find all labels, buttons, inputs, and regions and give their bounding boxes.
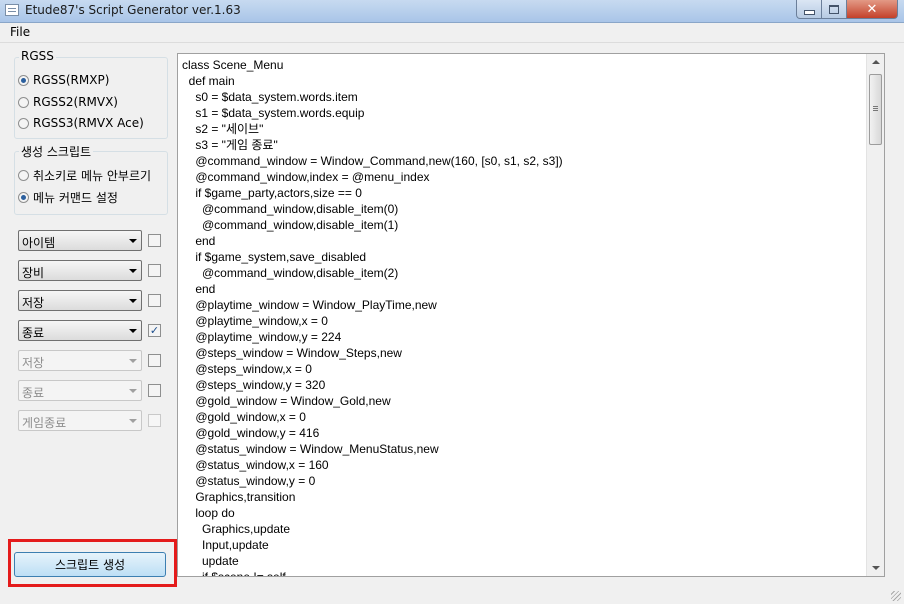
- radio-indicator: [18, 96, 29, 108]
- chevron-down-icon: [129, 389, 137, 393]
- menu-command-checkbox-7[interactable]: [148, 414, 161, 427]
- rgss-group-label: RGSS: [19, 49, 56, 63]
- radio-label: RGSS3(RMVX Ace): [33, 116, 144, 130]
- menu-command-checkbox-5[interactable]: [148, 354, 161, 367]
- grip-icon: [873, 106, 878, 107]
- generate-script-button[interactable]: 스크립트 생성: [14, 552, 166, 577]
- maximize-button[interactable]: [821, 0, 847, 19]
- select-value: 저장: [22, 296, 45, 310]
- radio-label: 메뉴 커맨드 설정: [33, 191, 118, 205]
- radio-indicator-checked: [18, 74, 29, 86]
- client-area: RGSS RGSS(RMXP) RGSS2(RMVX) RGSS3(RMVX A…: [0, 43, 904, 604]
- scroll-up-icon[interactable]: [872, 60, 880, 64]
- radio-rgss2-rmvx[interactable]: RGSS2(RMVX): [18, 95, 118, 109]
- close-button[interactable]: ✕: [846, 0, 898, 19]
- select-value: 게임종료: [22, 416, 67, 430]
- rgss-groupbox: RGSS RGSS(RMXP) RGSS2(RMVX) RGSS3(RMVX A…: [14, 49, 168, 139]
- menu-command-select-3[interactable]: 저장: [18, 290, 142, 311]
- minimize-icon: [803, 9, 815, 15]
- radio-rgss3-rmvx-ace[interactable]: RGSS3(RMVX Ace): [18, 116, 144, 130]
- checkmark-icon: ✓: [149, 324, 160, 337]
- close-icon: ✕: [866, 1, 878, 17]
- chevron-down-icon: [129, 299, 137, 303]
- menu-command-checkbox-4[interactable]: ✓: [148, 324, 161, 337]
- generate-script-groupbox: 생성 스크립트 취소키로 메뉴 안부르기 메뉴 커맨드 설정: [14, 143, 168, 215]
- menu-command-select-7[interactable]: 게임종료: [18, 410, 142, 431]
- select-value: 장비: [22, 266, 45, 280]
- chevron-down-icon: [129, 329, 137, 333]
- chevron-down-icon: [129, 419, 137, 423]
- menu-bar: File: [0, 23, 904, 43]
- menu-command-select-5[interactable]: 저장: [18, 350, 142, 371]
- menu-command-checkbox-2[interactable]: [148, 264, 161, 277]
- chevron-down-icon: [129, 269, 137, 273]
- select-value: 종료: [22, 326, 45, 340]
- script-code: class Scene_Menu def main s0 = $data_sys…: [182, 58, 563, 577]
- maximize-icon: [829, 4, 839, 14]
- radio-label: 취소키로 메뉴 안부르기: [33, 169, 152, 183]
- menu-command-checkbox-3[interactable]: [148, 294, 161, 307]
- menu-command-select-1[interactable]: 아이템: [18, 230, 142, 251]
- script-code-editor[interactable]: class Scene_Menu def main s0 = $data_sys…: [177, 53, 885, 577]
- window-title: Etude87's Script Generator ver.1.63: [25, 3, 241, 17]
- menu-command-checkbox-1[interactable]: [148, 234, 161, 247]
- menu-command-checkbox-6[interactable]: [148, 384, 161, 397]
- radio-indicator-checked: [18, 192, 29, 203]
- select-value: 아이템: [22, 236, 56, 250]
- radio-menu-command-settings[interactable]: 메뉴 커맨드 설정: [18, 189, 118, 206]
- generate-group-label: 생성 스크립트: [19, 143, 94, 160]
- select-value: 종료: [22, 386, 45, 400]
- resize-grip-icon[interactable]: [891, 591, 901, 601]
- select-value: 저장: [22, 356, 45, 370]
- title-bar: Etude87's Script Generator ver.1.63 ✕: [0, 0, 904, 23]
- chevron-down-icon: [129, 359, 137, 363]
- minimize-button[interactable]: [796, 0, 822, 19]
- radio-indicator: [18, 170, 29, 181]
- radio-label: RGSS(RMXP): [33, 73, 110, 87]
- scrollbar-thumb[interactable]: [869, 74, 882, 145]
- scroll-down-icon[interactable]: [872, 566, 880, 570]
- radio-label: RGSS2(RMVX): [33, 95, 118, 109]
- radio-indicator: [18, 117, 29, 129]
- radio-cancel-key-no-menu[interactable]: 취소키로 메뉴 안부르기: [18, 167, 151, 184]
- menu-command-select-2[interactable]: 장비: [18, 260, 142, 281]
- menu-file[interactable]: File: [10, 25, 30, 39]
- app-icon: [5, 4, 19, 16]
- vertical-scrollbar[interactable]: [866, 54, 884, 576]
- chevron-down-icon: [129, 239, 137, 243]
- menu-command-select-6[interactable]: 종료: [18, 380, 142, 401]
- menu-command-select-4[interactable]: 종료: [18, 320, 142, 341]
- radio-rgss-rmxp[interactable]: RGSS(RMXP): [18, 73, 109, 87]
